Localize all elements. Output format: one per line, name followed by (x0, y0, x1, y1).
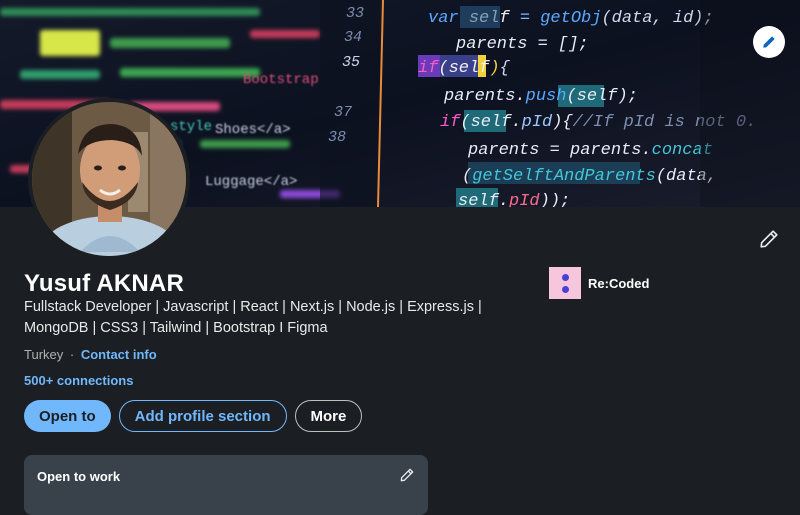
location-text: Turkey (24, 347, 64, 362)
edit-banner-button[interactable] (753, 26, 785, 58)
edit-open-to-work-button[interactable] (398, 466, 416, 484)
svg-text:(getSelftAndParents(data,: (getSelftAndParents(data, (462, 167, 717, 186)
current-organization[interactable]: Re:Coded (549, 267, 649, 299)
more-button[interactable]: More (294, 400, 363, 432)
svg-text:Shoes</a>: Shoes</a> (215, 122, 291, 138)
open-to-work-card[interactable]: Open to work (24, 455, 428, 515)
profile-headline: Fullstack Developer | Javascript | React… (24, 299, 482, 336)
profile-photo (32, 102, 186, 256)
organization-name: Re:Coded (588, 275, 650, 291)
svg-text:style: style (170, 119, 212, 135)
svg-text:38: 38 (328, 129, 346, 146)
edit-profile-button[interactable] (756, 226, 782, 252)
pencil-icon (400, 468, 414, 482)
svg-text:parents = parents.concat: parents = parents.concat (467, 141, 713, 160)
avatar[interactable] (28, 98, 190, 260)
svg-text:parents.push(self);: parents.push(self); (443, 87, 638, 106)
separator-dot: · (69, 347, 75, 362)
profile-name: Yusuf AKNAR (24, 270, 184, 297)
svg-text:Luggage</a>: Luggage</a> (205, 174, 297, 190)
contact-info-link[interactable]: Contact info (81, 347, 157, 362)
svg-text:34: 34 (344, 29, 362, 46)
profile-actions: Open to Add profile section More (24, 400, 363, 432)
svg-text:35: 35 (342, 54, 360, 71)
add-profile-section-button[interactable]: Add profile section (118, 400, 287, 432)
svg-text:37: 37 (334, 104, 352, 121)
connections-link[interactable]: 500+ connections (24, 373, 133, 388)
pencil-icon (760, 230, 778, 248)
open-to-work-title: Open to work (37, 469, 121, 484)
open-to-button[interactable]: Open to (24, 400, 111, 432)
recoded-logo-icon (549, 267, 581, 299)
svg-text:if(self){: if(self){ (418, 59, 511, 78)
location-line: Turkey · Contact info (24, 347, 157, 362)
svg-text:parents = [];: parents = []; (455, 35, 589, 54)
svg-text:Bootstrap: Bootstrap (243, 72, 319, 88)
svg-text:self.pId));: self.pId)); (458, 192, 570, 207)
pencil-icon (763, 36, 775, 48)
svg-text:33: 33 (346, 5, 364, 22)
